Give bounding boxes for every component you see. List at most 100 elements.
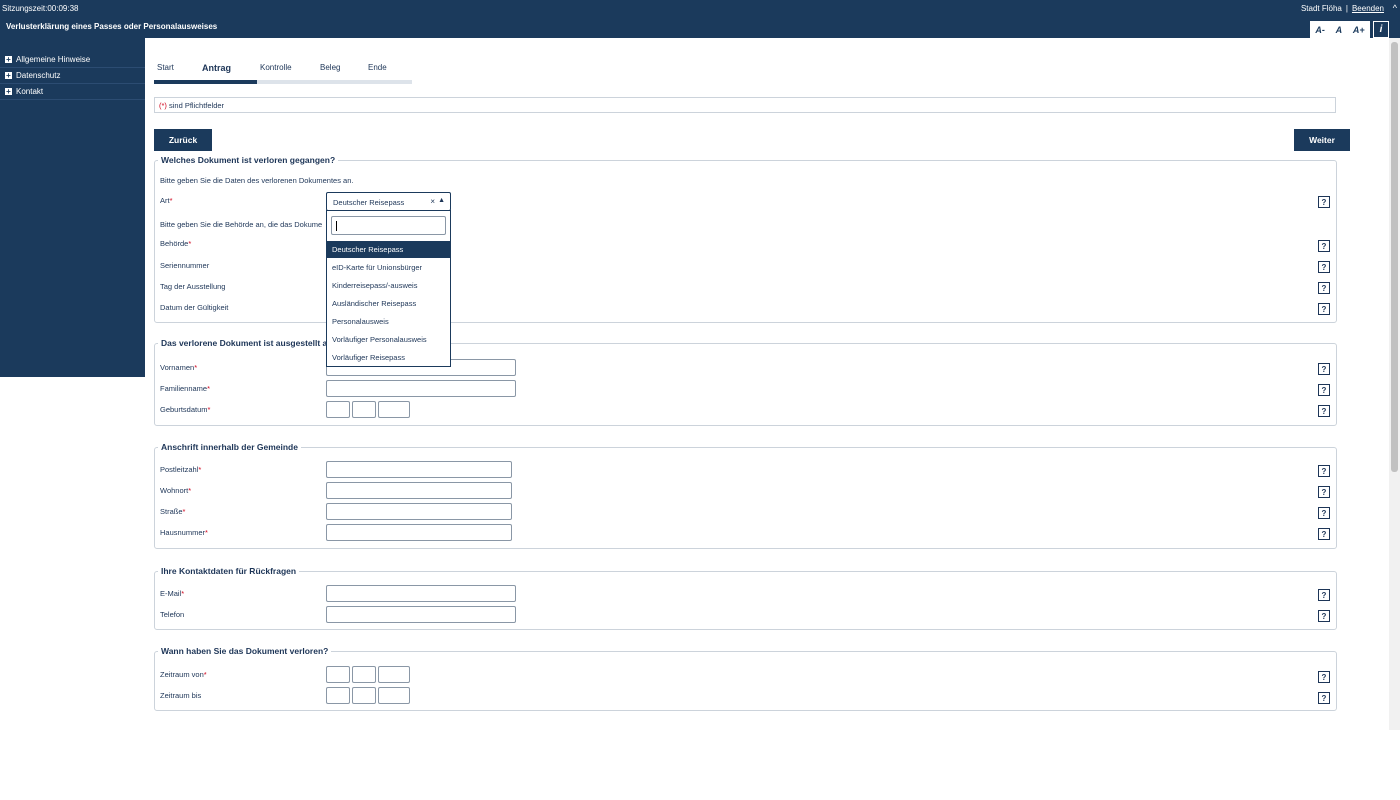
lastname-input[interactable] [326,380,516,397]
help-icon[interactable]: ? [1318,528,1330,540]
email-input[interactable] [326,585,516,602]
art-select[interactable]: Deutscher Reisepass × ▲ [326,192,451,211]
end-link[interactable]: Beenden [1352,4,1384,13]
period-to-month-input[interactable] [352,687,376,704]
dropdown-search-input[interactable] [331,216,446,235]
help-icon[interactable]: ? [1318,486,1330,498]
authority-intro: Bitte geben Sie die Behörde an, die das … [160,220,323,229]
dropdown-option[interactable]: Kinderreisepass/-ausweis [327,277,450,294]
help-icon[interactable]: ? [1318,363,1330,375]
sidebar-item-label: Kontakt [16,87,44,96]
help-icon[interactable]: ? [1318,405,1330,417]
birthdate-day-input[interactable] [326,401,350,418]
period-from-label: Zeitraum von* [160,670,207,679]
zip-input[interactable] [326,461,512,478]
sidebar-item-privacy[interactable]: + Datenschutz [0,68,145,84]
help-icon[interactable]: ? [1318,384,1330,396]
required-star: * [169,196,173,205]
label-text: E-Mail [160,589,182,598]
help-icon[interactable]: ? [1318,610,1330,622]
required-star: * [194,363,198,372]
sidebar-item-contact[interactable]: + Kontakt [0,84,145,100]
font-reset-button[interactable]: A [1336,25,1343,35]
step-kontrolle: Kontrolle [260,63,292,72]
help-icon[interactable]: ? [1318,465,1330,477]
required-star: * [207,384,211,393]
help-icon[interactable]: ? [1318,303,1330,315]
label-text: Art [160,196,170,205]
zip-label: Postleitzahl* [160,465,201,474]
section-legend: Welches Dokument ist verloren gegangen? [161,155,336,165]
text-cursor [336,221,337,231]
info-button[interactable]: i [1373,21,1389,38]
font-size-controls: A- A A+ [1310,21,1370,38]
dropdown-option[interactable]: Personalausweis [327,313,450,330]
firstname-label: Vornamen* [160,363,197,372]
step-ende: Ende [368,63,387,72]
dropdown-option[interactable]: eID-Karte für Unionsbürger [327,259,450,276]
top-right-links: Stadt Flöha | Beenden [1301,4,1384,13]
sidebar-item-label: Allgemeine Hinweise [16,55,91,64]
required-star: * [198,465,202,474]
sidebar: + Allgemeine Hinweise + Datenschutz + Ko… [0,38,145,377]
section-legend: Wann haben Sie das Dokument verloren? [161,646,329,656]
dropdown-option[interactable]: Deutscher Reisepass [327,241,450,258]
city-label: Wohnort* [160,486,191,495]
scrollbar-thumb[interactable] [1391,42,1398,472]
behoerde-label: Behörde* [160,239,191,248]
app-title: Verlusterklärung eines Passes oder Perso… [6,22,218,31]
street-label: Straße* [160,507,185,516]
period-from-month-input[interactable] [352,666,376,683]
page-scrollbar[interactable] [1389,38,1400,730]
art-selected-value: Deutscher Reisepass [333,198,405,207]
document-intro: Bitte geben Sie die Daten des verlorenen… [160,176,354,185]
validity-date-label: Datum der Gültigkeit [160,303,229,312]
help-icon[interactable]: ? [1318,240,1330,252]
dropdown-option[interactable]: Vorläufiger Personalausweis [327,331,450,348]
help-icon[interactable]: ? [1318,196,1330,208]
city-input[interactable] [326,482,512,499]
back-button[interactable]: Zurück [154,129,212,151]
help-icon[interactable]: ? [1318,692,1330,704]
period-to-label: Zeitraum bis [160,691,202,700]
birthdate-month-input[interactable] [352,401,376,418]
birthdate-year-input[interactable] [378,401,410,418]
art-label: Art* [160,196,173,205]
session-timer: Sitzungszeit:00:09:38 [2,4,79,13]
dropdown-option[interactable]: Vorläufiger Reisepass [327,349,450,366]
next-button[interactable]: Weiter [1294,129,1350,151]
street-input[interactable] [326,503,512,520]
label-text: Postleitzahl [160,465,199,474]
sidebar-item-label: Datenschutz [16,71,61,80]
help-icon[interactable]: ? [1318,282,1330,294]
dropdown-option[interactable]: Ausländischer Reisepass [327,295,450,312]
clear-icon[interactable]: × [430,197,435,206]
collapse-icon[interactable]: ^ [1393,3,1397,13]
section-legend: Anschrift innerhalb der Gemeinde [161,442,298,452]
sidebar-item-general-info[interactable]: + Allgemeine Hinweise [0,52,145,68]
font-decrease-button[interactable]: A- [1315,25,1325,35]
label-text: Vornamen [160,363,195,372]
expand-icon: + [5,54,12,64]
phone-input[interactable] [326,606,516,623]
section-legend: Das verlorene Dokument ist ausgestellt a [161,338,328,348]
label-text: Hausnummer [160,528,206,537]
period-to-day-input[interactable] [326,687,350,704]
period-from-year-input[interactable] [378,666,410,683]
housenumber-input[interactable] [326,524,512,541]
serial-label: Seriennummer [160,261,210,270]
required-notice: (*) sind Pflichtfelder [154,97,1336,113]
help-icon[interactable]: ? [1318,671,1330,683]
period-to-year-input[interactable] [378,687,410,704]
expand-icon: + [5,86,12,96]
help-icon[interactable]: ? [1318,589,1330,601]
chevron-up-icon[interactable]: ▲ [438,197,445,204]
period-from-day-input[interactable] [326,666,350,683]
help-icon[interactable]: ? [1318,507,1330,519]
font-increase-button[interactable]: A+ [1353,25,1365,35]
section-legend: Ihre Kontaktdaten für Rückfragen [161,566,297,576]
lastname-label: Familienname* [160,384,210,393]
step-beleg: Beleg [320,63,341,72]
help-icon[interactable]: ? [1318,261,1330,273]
label-text: Zeitraum von [160,670,204,679]
